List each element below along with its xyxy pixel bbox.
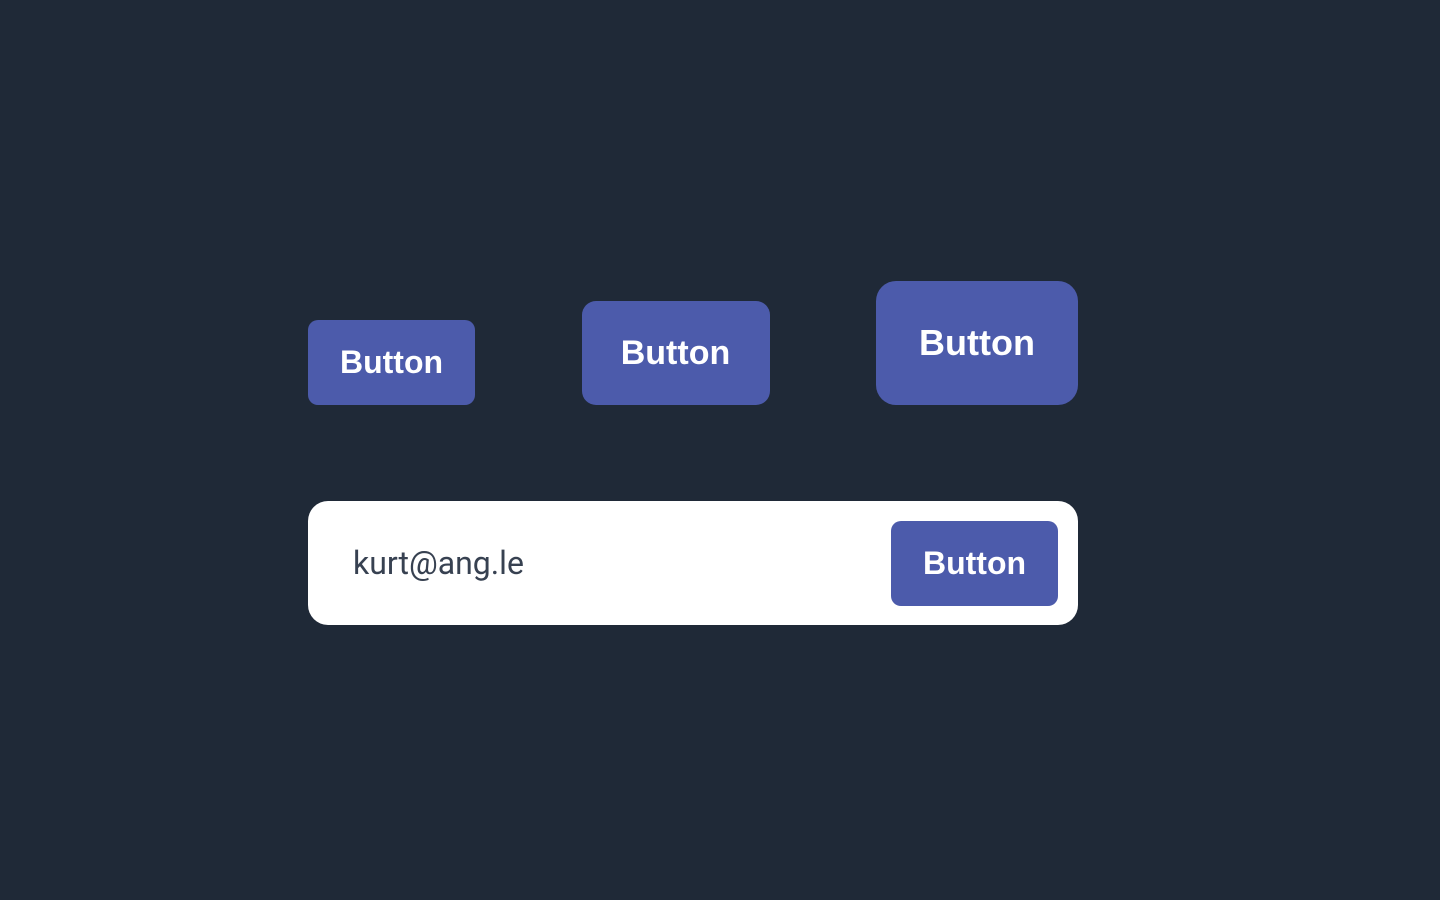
search-submit-button[interactable]: Button — [891, 521, 1058, 606]
search-bar: Button — [308, 501, 1078, 625]
button-size-row: Button Button Button — [308, 281, 1078, 405]
search-input[interactable] — [353, 544, 891, 582]
button-small[interactable]: Button — [308, 320, 475, 405]
button-large[interactable]: Button — [876, 281, 1078, 405]
button-medium[interactable]: Button — [582, 301, 770, 405]
